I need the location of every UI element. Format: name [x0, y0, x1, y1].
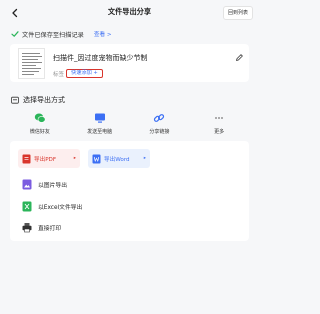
back-to-list-button[interactable]: 回到列表 — [222, 6, 253, 20]
file-card: 扫描件_因过度宠物而缺少节制 标签 快速添加 + — [10, 44, 249, 82]
share-computer-label: 发送至电脑 — [87, 129, 113, 135]
share-link[interactable]: 分享链接 — [130, 109, 190, 139]
link-icon — [154, 114, 165, 122]
edit-icon[interactable] — [235, 53, 244, 62]
export-pdf-button[interactable]: 导出PDF ▸ — [18, 149, 80, 168]
export-image-label: 以图片导出 — [38, 182, 67, 189]
export-word-button[interactable]: 导出Word ▸ — [88, 149, 150, 168]
image-icon — [22, 179, 32, 189]
back-button[interactable] — [8, 6, 22, 20]
saved-text: 文件已保存至扫描记录 — [22, 31, 84, 39]
export-image-option[interactable]: 以图片导出 — [18, 177, 218, 191]
printer-icon — [22, 222, 32, 232]
tag-row: 标签 快速添加 + — [53, 68, 103, 79]
check-icon — [11, 31, 19, 37]
document-thumbnail[interactable] — [18, 48, 45, 79]
export-icon — [11, 96, 19, 104]
computer-icon — [94, 113, 105, 123]
chevron-left-icon — [12, 8, 18, 18]
file-name: 扫描件_因过度宠物而缺少节制 — [53, 54, 148, 62]
excel-icon — [22, 201, 32, 211]
more-icon — [215, 117, 224, 119]
export-options-card: 导出PDF ▸ 导出Word ▸ 以图片导出 以Excel文件导出 直接打印 — [10, 141, 249, 241]
share-more-label: 更多 — [214, 129, 225, 135]
section-title: 选择导出方式 — [23, 96, 65, 104]
share-more[interactable]: 更多 — [189, 109, 249, 139]
share-row: 微信好友 发送至电脑 分享链接 更多 — [10, 109, 249, 139]
export-share-page: 文件导出分享 回到列表 文件已保存至扫描记录 查看 > 扫描件_因过度宠物而缺少… — [0, 0, 259, 314]
word-icon — [92, 154, 101, 163]
export-excel-label: 以Excel文件导出 — [38, 204, 83, 211]
page-title: 文件导出分享 — [107, 7, 152, 16]
export-section-heading: 选择导出方式 — [11, 95, 65, 105]
share-computer[interactable]: 发送至电脑 — [70, 109, 130, 139]
export-pdf-label: 导出PDF — [34, 156, 57, 163]
pdf-icon — [22, 154, 31, 163]
share-link-label: 分享链接 — [149, 129, 170, 135]
header: 文件导出分享 回到列表 — [0, 0, 259, 26]
export-excel-option[interactable]: 以Excel文件导出 — [18, 199, 218, 213]
export-word-label: 导出Word — [104, 156, 130, 163]
add-tag-button[interactable]: 快速添加 + — [66, 69, 103, 78]
print-label: 直接打印 — [38, 225, 62, 232]
caret-right-icon: ▸ — [73, 156, 76, 161]
tag-label: 标签 — [53, 71, 65, 78]
wechat-icon — [34, 113, 46, 123]
print-option[interactable]: 直接打印 — [18, 220, 218, 234]
share-wechat-label: 微信好友 — [29, 129, 50, 135]
view-link[interactable]: 查看 > — [94, 30, 112, 38]
saved-notice: 文件已保存至扫描记录 查看 > — [11, 29, 112, 39]
share-wechat[interactable]: 微信好友 — [10, 109, 70, 139]
caret-right-icon: ▸ — [143, 156, 146, 161]
